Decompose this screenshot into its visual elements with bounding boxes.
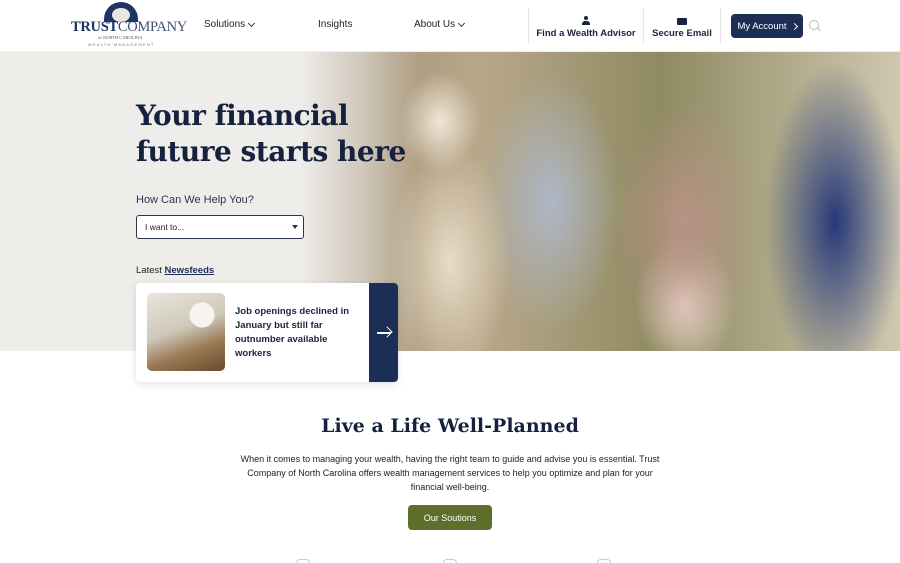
hero-section — [0, 52, 900, 351]
chevron-right-icon — [790, 22, 798, 30]
section-title: Live a Life Well-Planned — [321, 415, 579, 437]
my-account-label: My Account — [737, 20, 787, 32]
chevron-down-icon — [458, 19, 466, 27]
nav-about-us[interactable]: About Us — [414, 19, 466, 30]
arrow-right-icon — [376, 331, 391, 334]
nav-insights[interactable]: Insights — [318, 19, 352, 30]
search-icon[interactable] — [809, 20, 819, 30]
news-prefix: Latest — [136, 265, 162, 276]
caret-down-icon — [292, 225, 298, 229]
nav-insights-label: Insights — [318, 19, 353, 30]
find-wealth-advisor-label: Find a Wealth Advisor — [536, 28, 636, 39]
section-body: When it comes to managing your wealth, h… — [240, 454, 660, 492]
secure-email-link[interactable]: Secure Email — [643, 8, 721, 44]
news-card[interactable]: Job openings declined in January but sti… — [136, 283, 398, 382]
i-want-to-select[interactable]: I want to... — [136, 215, 304, 239]
person-icon — [582, 16, 590, 25]
news-next-button[interactable] — [369, 283, 398, 382]
nav-solutions[interactable]: Solutions — [204, 19, 256, 30]
newsfeeds-link[interactable]: Newsfeeds — [165, 265, 215, 276]
logo-wordmark: TRUSTCOMPANY — [71, 19, 187, 35]
coffee-newspaper-thumbnail — [147, 293, 225, 371]
help-label: How Can We Help You? — [136, 194, 254, 206]
select-value: I want to... — [145, 222, 185, 232]
feature-icon-1 — [296, 559, 310, 563]
hero-title-line2: future starts here — [136, 135, 406, 168]
our-solutions-button[interactable]: Our Soutions — [408, 505, 492, 530]
secure-email-label: Secure Email — [652, 28, 712, 39]
hero-title: Your financial future starts here — [136, 98, 406, 170]
envelope-icon — [677, 18, 687, 25]
hero-title-line1: Your financial — [136, 99, 349, 132]
feature-icon-3 — [597, 559, 611, 563]
chevron-down-icon — [248, 19, 256, 27]
nav-solutions-label: Solutions — [204, 19, 246, 30]
feature-icon-2 — [443, 559, 457, 563]
nav-about-us-label: About Us — [414, 19, 456, 30]
logo-tagline: WEALTH MANAGEMENT — [88, 42, 155, 47]
find-wealth-advisor-link[interactable]: Find a Wealth Advisor — [528, 8, 643, 44]
news-headline[interactable]: Job openings declined in January but sti… — [235, 305, 355, 361]
logo-subline: of NORTH CAROLINA — [98, 35, 143, 40]
trust-company-logo[interactable]: TRUSTCOMPANY of NORTH CAROLINA WEALTH MA… — [68, 2, 187, 48]
site-header: TRUSTCOMPANY of NORTH CAROLINA WEALTH MA… — [0, 0, 900, 52]
my-account-button[interactable]: My Account — [731, 14, 803, 38]
latest-newsfeeds-label: Latest Newsfeeds — [136, 265, 214, 276]
